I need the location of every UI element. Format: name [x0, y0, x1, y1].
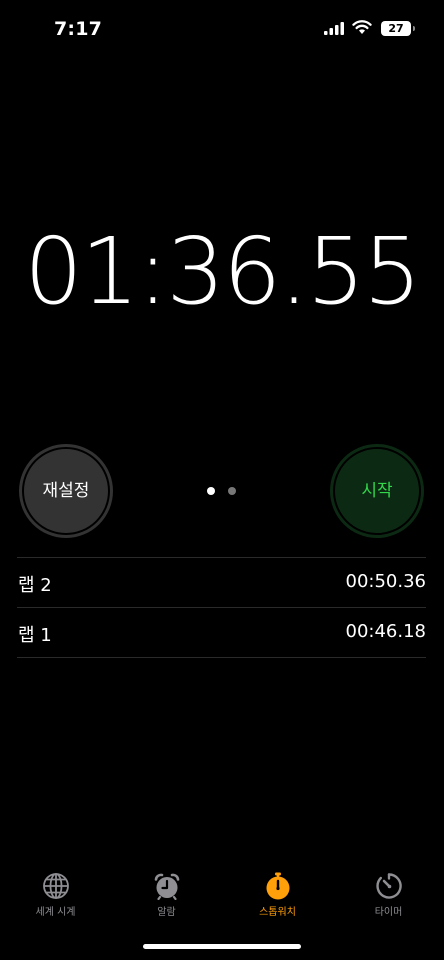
page-indicator[interactable]	[207, 487, 237, 495]
signal-icon	[324, 22, 344, 35]
battery-level: 27	[388, 22, 404, 35]
globe-icon	[42, 873, 69, 899]
page-dot-active	[207, 487, 215, 495]
tab-alarm[interactable]: 알람	[111, 866, 222, 918]
reset-button-label: 재설정	[42, 481, 90, 501]
wifi-icon	[352, 20, 372, 34]
start-button[interactable]: 시작	[330, 444, 424, 538]
lap-label: 랩 1	[18, 625, 52, 646]
stopwatch-time-display: 01:36.55	[24, 218, 421, 325]
reset-button[interactable]: 재설정	[19, 444, 113, 538]
lap-label: 랩 2	[18, 575, 52, 596]
tab-timer[interactable]: 타이머	[333, 866, 444, 918]
tab-label: 스톱워치	[259, 907, 296, 918]
alarm-clock-icon	[154, 873, 179, 900]
lap-list: 랩 2 00:50.36 랩 1 00:46.18	[17, 557, 426, 658]
lap-time: 00:46.18	[345, 621, 427, 642]
lap-row: 랩 1 00:46.18	[17, 607, 426, 658]
lap-row: 랩 2 00:50.36	[17, 557, 426, 607]
start-button-label: 시작	[361, 481, 393, 501]
tab-label: 세계 시계	[35, 907, 76, 918]
page-dot-inactive	[228, 487, 236, 495]
tab-world-clock[interactable]: 세계 시계	[0, 866, 111, 918]
timer-icon	[375, 873, 402, 899]
lap-time: 00:50.36	[345, 571, 427, 592]
status-time: 7:17	[54, 18, 103, 40]
tab-label: 타이머	[374, 907, 403, 918]
status-bar: 7:17 27	[0, 0, 444, 60]
stopwatch-icon	[266, 872, 289, 900]
battery-icon: 27	[381, 21, 415, 36]
home-indicator[interactable]	[143, 944, 301, 949]
tab-stopwatch[interactable]: 스톱워치	[222, 866, 333, 918]
tab-label: 알람	[157, 907, 176, 918]
tab-bar: 세계 시계 알람 스톱워치 타이머	[0, 866, 444, 926]
